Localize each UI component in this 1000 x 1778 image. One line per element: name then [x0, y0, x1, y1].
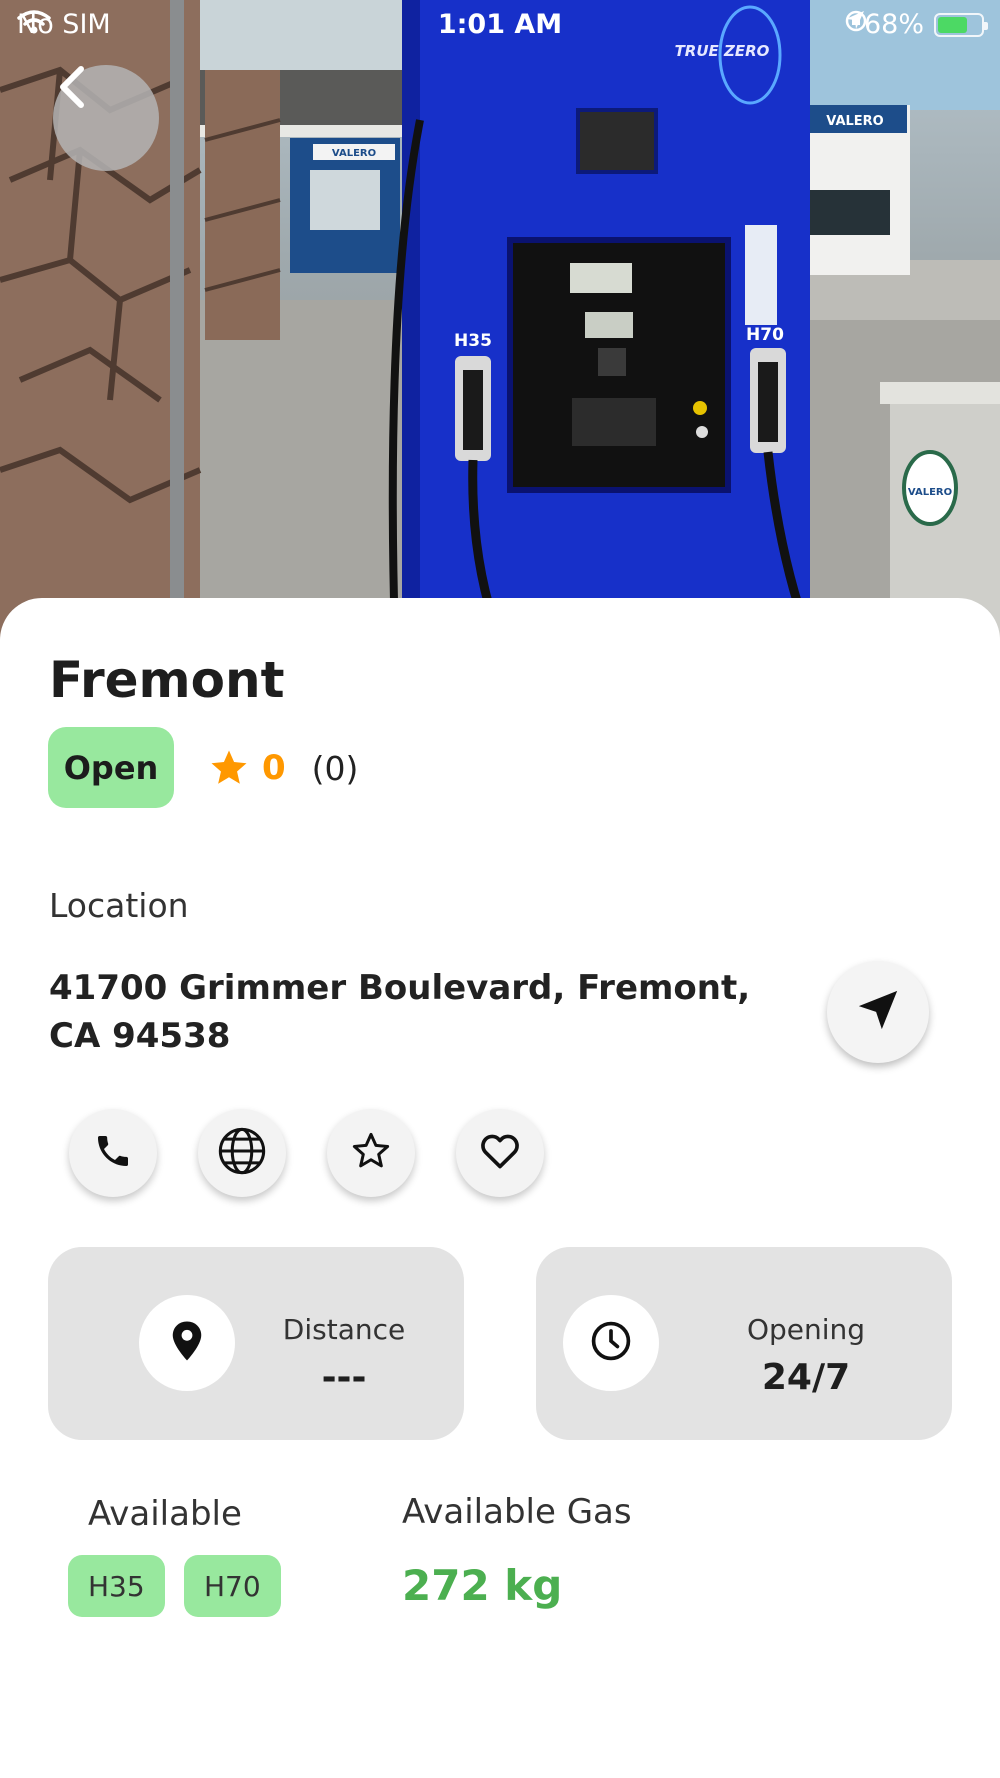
review-count: (0) [311, 748, 359, 788]
distance-icon-circle [139, 1295, 235, 1391]
nozzle-right-label: H70 [746, 325, 784, 345]
navigate-button[interactable] [827, 961, 929, 1063]
star-outline-icon [350, 1130, 392, 1176]
station-address: 41700 Grimmer Boulevard, Fremont, CA 945… [49, 968, 751, 1056]
opening-label: Opening [746, 1313, 866, 1346]
station-photo: VALERO VALERO TRUE ZERO H35 H70 VALERO N… [0, 0, 1000, 640]
status-bar: No SIM 1:01 AM 68% [0, 0, 1000, 52]
opening-icon-circle [563, 1295, 659, 1391]
available-gas-label: Available Gas [402, 1492, 632, 1532]
heart-outline-icon [478, 1129, 522, 1177]
rating-score: 0 [262, 748, 286, 788]
distance-value: --- [321, 1357, 367, 1398]
available-label: Available [88, 1494, 242, 1534]
globe-icon [216, 1125, 268, 1181]
map-pin-icon [169, 1320, 205, 1366]
navigation-arrow-icon [855, 987, 901, 1037]
opening-hours-card: Opening 24/7 [536, 1247, 952, 1440]
star-filled-icon [208, 747, 250, 789]
favorite-button[interactable] [456, 1109, 544, 1197]
distance-card: Distance --- [48, 1247, 464, 1440]
station-name: Fremont [49, 651, 285, 709]
rate-button[interactable] [327, 1109, 415, 1197]
clock-icon [589, 1319, 633, 1367]
phone-icon [93, 1131, 133, 1175]
brand-right-text: VALERO [826, 114, 883, 129]
website-button[interactable] [198, 1109, 286, 1197]
fuel-tag-h70: H70 [184, 1555, 281, 1617]
call-button[interactable] [69, 1109, 157, 1197]
brand-left-text: VALERO [332, 148, 376, 159]
location-label: Location [49, 886, 189, 925]
battery-percent: 68% [863, 9, 924, 40]
sign-logo-text: VALERO [908, 487, 952, 498]
status-bar-right: 68% [844, 9, 988, 40]
distance-label: Distance [282, 1313, 406, 1346]
rating: 0 (0) [208, 745, 358, 791]
opening-value: 24/7 [761, 1357, 851, 1398]
open-status-badge: Open [48, 727, 174, 808]
back-button[interactable] [53, 65, 159, 171]
battery-icon [934, 12, 988, 37]
nozzle-left-label: H35 [454, 331, 492, 351]
available-gas-value: 272 kg [402, 1561, 563, 1610]
fuel-tag-h35: H35 [68, 1555, 165, 1617]
